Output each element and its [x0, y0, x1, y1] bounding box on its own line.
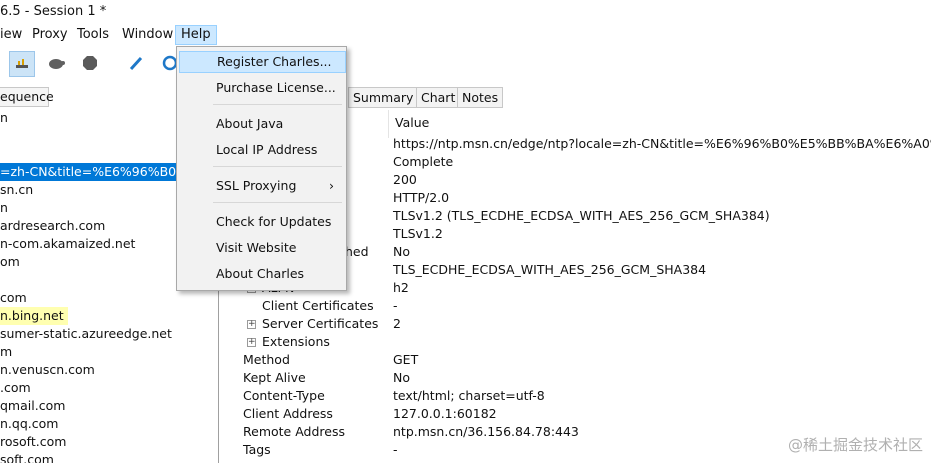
menu-item-label: Register Charles...	[217, 54, 332, 69]
property-value: 127.0.0.1:60182	[393, 406, 497, 421]
property-row[interactable]: Client Certificates -	[221, 297, 931, 315]
property-name: Client Certificates	[262, 298, 374, 313]
menu-item-label: Purchase License...	[216, 80, 336, 95]
toolbar	[0, 46, 931, 81]
menu-view[interactable]: iew	[0, 26, 27, 44]
property-value: GET	[393, 352, 419, 367]
property-value: ntp.msn.cn/36.156.84.78:443	[393, 424, 579, 439]
host-row[interactable]: com	[0, 289, 27, 307]
value-column-header[interactable]: Value	[395, 115, 429, 130]
expand-icon[interactable]: +	[247, 320, 256, 329]
host-row[interactable]: n.venuscn.com	[0, 361, 95, 379]
menu-item-about-java[interactable]: About Java	[179, 113, 344, 135]
menu-item-ssl-proxying[interactable]: SSL Proxying ›	[179, 175, 344, 197]
menu-window[interactable]: Window	[117, 26, 178, 44]
host-row[interactable]: n	[0, 199, 8, 217]
host-row[interactable]: soft.com	[0, 451, 54, 463]
property-name: Server Certificates	[262, 316, 379, 331]
host-row[interactable]: .com	[0, 379, 31, 397]
property-name: Method	[243, 352, 290, 367]
property-value: 2	[393, 316, 401, 331]
host-row[interactable]: qmail.com	[0, 397, 65, 415]
host-row[interactable]: rosoft.com	[0, 433, 66, 451]
property-value: TLSv1.2 (TLS_ECDHE_ECDSA_WITH_AES_256_GC…	[393, 208, 770, 223]
property-row[interactable]: Client Address 127.0.0.1:60182	[221, 405, 931, 423]
tab-summary[interactable]: Summary	[348, 87, 419, 108]
property-value: No	[393, 244, 410, 259]
property-value: https://ntp.msn.cn/edge/ntp?locale=zh-CN…	[393, 136, 931, 151]
sequence-tab[interactable]: equence	[0, 87, 54, 107]
host-row[interactable]: sn.cn	[0, 181, 33, 199]
menu-item-label: Local IP Address	[216, 142, 318, 157]
property-value: TLSv1.2	[393, 226, 443, 241]
property-value: -	[393, 298, 398, 313]
pen-icon[interactable]	[124, 51, 148, 75]
expand-icon[interactable]: +	[247, 338, 256, 347]
menu-item-label: About Charles	[216, 266, 305, 281]
menu-proxy[interactable]: Proxy	[27, 26, 73, 44]
property-value: No	[393, 370, 410, 385]
host-row[interactable]: n	[0, 109, 8, 127]
stop-icon[interactable]	[78, 51, 102, 75]
turtle-icon[interactable]	[44, 51, 68, 75]
property-name: Remote Address	[243, 424, 345, 439]
property-row[interactable]: Kept Alive No	[221, 369, 931, 387]
menu-item-visit-website[interactable]: Visit Website	[179, 237, 344, 259]
property-name: Content-Type	[243, 388, 325, 403]
property-value: Complete	[393, 154, 454, 169]
property-row[interactable]: Method GET	[221, 351, 931, 369]
title-bar: 6.5 - Session 1 *	[0, 0, 931, 24]
host-row-selected[interactable]: =zh-CN&title=%E6%96%B0%E	[0, 163, 196, 181]
menu-item-purchase-license[interactable]: Purchase License...	[179, 77, 344, 99]
host-row-highlighted[interactable]: n.bing.net	[0, 307, 68, 325]
menu-item-label: SSL Proxying	[216, 178, 297, 193]
property-name: Client Address	[243, 406, 333, 421]
property-row[interactable]: + Server Certificates 2	[221, 315, 931, 333]
property-row[interactable]: + Extensions	[221, 333, 931, 351]
menu-item-about-charles[interactable]: About Charles	[179, 263, 344, 285]
property-name-fragment: hed	[345, 244, 369, 259]
menu-item-label: Visit Website	[216, 240, 297, 255]
host-row[interactable]: m	[0, 343, 12, 361]
menu-item-register[interactable]: Register Charles...	[179, 51, 346, 73]
property-value: h2	[393, 280, 409, 295]
property-name: Kept Alive	[243, 370, 306, 385]
property-value: text/html; charset=utf-8	[393, 388, 545, 403]
menu-bar: iew Proxy Tools Window Help	[0, 24, 931, 46]
submenu-arrow-icon: ›	[329, 178, 334, 193]
menu-separator	[213, 202, 342, 203]
menu-item-local-ip[interactable]: Local IP Address	[179, 139, 344, 161]
menu-separator	[213, 166, 342, 167]
throttle-icon[interactable]	[9, 51, 35, 77]
menu-item-label: About Java	[216, 116, 284, 131]
window-title: 6.5 - Session 1 *	[0, 4, 107, 19]
tab-notes[interactable]: Notes	[457, 87, 504, 108]
menu-tools[interactable]: Tools	[72, 26, 114, 44]
menu-item-label: Check for Updates	[216, 214, 332, 229]
host-row[interactable]: sumer-static.azureedge.net	[0, 325, 172, 343]
host-row[interactable]: om	[0, 253, 20, 271]
property-name: Tags	[243, 442, 271, 457]
property-row[interactable]: Content-Type text/html; charset=utf-8	[221, 387, 931, 405]
property-value: -	[393, 442, 398, 457]
menu-help[interactable]: Help	[175, 25, 217, 45]
watermark: @稀土掘金技术社区	[787, 436, 923, 454]
property-value: HTTP/2.0	[393, 190, 450, 205]
tab-chart[interactable]: Chart	[416, 87, 461, 108]
help-menu-dropdown: Register Charles... Purchase License... …	[176, 46, 347, 291]
property-value: 200	[393, 172, 417, 187]
menu-separator	[213, 104, 342, 105]
property-name: Extensions	[262, 334, 330, 349]
column-divider[interactable]	[388, 110, 389, 138]
host-row[interactable]: n.qq.com	[0, 415, 58, 433]
menu-item-check-updates[interactable]: Check for Updates	[179, 211, 344, 233]
property-value: TLS_ECDHE_ECDSA_WITH_AES_256_GCM_SHA384	[393, 262, 707, 277]
host-row[interactable]: n-com.akamaized.net	[0, 235, 135, 253]
host-row[interactable]: ardresearch.com	[0, 217, 105, 235]
